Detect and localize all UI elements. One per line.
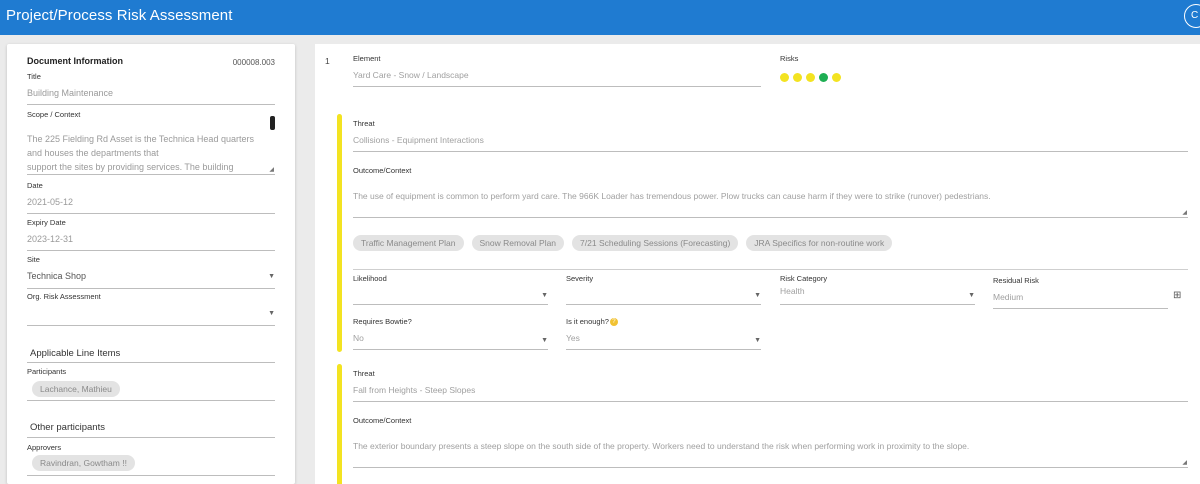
requires-bowtie-label: Requires Bowtie?: [353, 317, 412, 326]
threat-value: Collisions - Equipment Interactions: [353, 135, 484, 145]
threat-field[interactable]: Threat Collisions - Equipment Interactio…: [353, 119, 1188, 152]
is-it-enough-select[interactable]: Is it enough?? Yes ▼: [566, 317, 761, 350]
is-it-enough-label: Is it enough?: [566, 317, 609, 326]
participants-field[interactable]: Participants Lachance, Mathieu: [27, 367, 275, 401]
risk-category-value: Health: [780, 286, 805, 296]
likelihood-label: Likelihood: [353, 274, 387, 283]
chevron-down-icon[interactable]: ▼: [541, 337, 548, 344]
participant-chip[interactable]: Lachance, Mathieu: [32, 381, 120, 397]
date-field[interactable]: Date 2021-05-12: [27, 181, 275, 214]
risk-category-label: Risk Category: [780, 274, 828, 283]
chevron-down-icon[interactable]: ▼: [268, 310, 275, 317]
element-index: 1: [325, 56, 330, 66]
risk-dot[interactable]: [793, 73, 802, 82]
title-field[interactable]: Title Building Maintenance: [27, 72, 275, 105]
scope-line: and houses the departments that: [27, 148, 159, 158]
element-label: Element: [353, 54, 381, 63]
risks-label: Risks: [780, 54, 799, 63]
approvers-label: Approvers: [27, 443, 62, 452]
residual-risk-value: Medium: [993, 292, 1024, 302]
date-value: 2021-05-12: [27, 197, 74, 207]
expiry-date-field[interactable]: Expiry Date 2023-12-31: [27, 218, 275, 251]
likelihood-select[interactable]: Likelihood ▼: [353, 274, 548, 305]
control-chip[interactable]: Traffic Management Plan: [353, 235, 464, 251]
risk-dot[interactable]: [780, 73, 789, 82]
threat-label: Threat: [353, 369, 375, 378]
participants-label: Participants: [27, 367, 67, 376]
control-chip[interactable]: Snow Removal Plan: [471, 235, 565, 251]
app-header: Project/Process Risk Assessment C: [0, 0, 1200, 35]
site-select[interactable]: Site Technica Shop ▼: [27, 255, 275, 289]
risk-dot[interactable]: [819, 73, 828, 82]
document-number: 000008.003: [232, 58, 275, 67]
resize-handle-icon[interactable]: ◢: [269, 166, 274, 173]
element-value: Yard Care - Snow / Landscape: [353, 70, 469, 80]
document-info-panel: Document Information 000008.003 Title Bu…: [7, 44, 295, 484]
threat-label: Threat: [353, 119, 375, 128]
risk-category-select[interactable]: Risk Category Health ▼: [780, 274, 975, 305]
expiry-date-value: 2023-12-31: [27, 234, 74, 244]
chevron-down-icon[interactable]: ▼: [754, 337, 761, 344]
site-value: Technica Shop: [27, 271, 87, 281]
control-chip[interactable]: JRA Specifics for non-routine work: [746, 235, 893, 251]
help-icon[interactable]: ?: [609, 318, 618, 327]
outcome-context-field[interactable]: Outcome/Context The exterior boundary pr…: [353, 416, 1188, 468]
scope-text: The 225 Fielding Rd Asset is the Technic…: [27, 132, 275, 174]
is-it-enough-label-wrap: Is it enough??: [566, 317, 761, 327]
resize-handle-icon[interactable]: ◢: [1182, 209, 1187, 216]
date-label: Date: [27, 181, 43, 190]
org-risk-assessment-select[interactable]: Org. Risk Assessment ▼: [27, 292, 275, 326]
requires-bowtie-value: No: [353, 333, 364, 343]
chevron-down-icon[interactable]: ▼: [268, 273, 275, 280]
residual-risk-field[interactable]: Residual Risk Medium: [993, 276, 1168, 309]
outcome-context-value: The exterior boundary presents a steep s…: [353, 441, 970, 451]
approver-chip[interactable]: Ravindran, Gowtham !!: [32, 455, 135, 471]
title-value: Building Maintenance: [27, 88, 114, 98]
risk-assessment-panel: 1 Element Yard Care - Snow / Landscape R…: [315, 44, 1200, 484]
applicable-line-items-heading: Applicable Line Items: [30, 348, 121, 359]
org-risk-assessment-label: Org. Risk Assessment: [27, 292, 101, 301]
scope-line: The 225 Fielding Rd Asset is the Technic…: [27, 134, 254, 144]
threat-indicator-bar: [337, 364, 342, 484]
divider: [27, 362, 275, 363]
scope-line: support the sites by providing services.…: [27, 162, 234, 172]
outcome-context-label: Outcome/Context: [353, 416, 412, 425]
risk-dot[interactable]: [832, 73, 841, 82]
scope-scrollbar[interactable]: [270, 116, 275, 130]
resize-handle-icon[interactable]: ◢: [1182, 459, 1187, 466]
chevron-down-icon[interactable]: ▼: [968, 292, 975, 299]
scope-field[interactable]: Scope / Context The 225 Fielding Rd Asse…: [27, 110, 275, 175]
outcome-context-field[interactable]: Outcome/Context The use of equipment is …: [353, 166, 1188, 218]
chevron-down-icon[interactable]: ▼: [541, 292, 548, 299]
outcome-context-label: Outcome/Context: [353, 166, 412, 175]
header-action-icon[interactable]: C: [1184, 4, 1200, 28]
control-chip[interactable]: 7/21 Scheduling Sessions (Forecasting): [572, 235, 739, 251]
threat-indicator-bar: [337, 114, 342, 352]
residual-risk-label: Residual Risk: [993, 276, 1039, 285]
scope-label: Scope / Context: [27, 110, 81, 119]
expiry-date-label: Expiry Date: [27, 218, 66, 227]
risk-indicators: [780, 73, 841, 82]
divider: [27, 437, 275, 438]
element-field[interactable]: Element Yard Care - Snow / Landscape: [353, 54, 761, 87]
site-label: Site: [27, 255, 40, 264]
other-participants-heading: Other participants: [30, 422, 105, 433]
document-info-heading: Document Information: [27, 56, 123, 66]
risk-matrix-icon[interactable]: ⊞: [1173, 290, 1181, 301]
is-it-enough-value: Yes: [566, 333, 580, 344]
severity-select[interactable]: Severity ▼: [566, 274, 761, 305]
requires-bowtie-select[interactable]: Requires Bowtie? No ▼: [353, 317, 548, 350]
outcome-context-value: The use of equipment is common to perfor…: [353, 191, 991, 201]
risk-dot[interactable]: [806, 73, 815, 82]
chevron-down-icon[interactable]: ▼: [754, 292, 761, 299]
threat-value: Fall from Heights - Steep Slopes: [353, 385, 476, 395]
threat-field[interactable]: Threat Fall from Heights - Steep Slopes: [353, 369, 1188, 402]
title-label: Title: [27, 72, 41, 81]
severity-label: Severity: [566, 274, 594, 283]
approvers-field[interactable]: Approvers Ravindran, Gowtham !!: [27, 443, 275, 476]
controls-chip-list: Traffic Management Plan Snow Removal Pla…: [353, 235, 893, 251]
divider: [353, 269, 1188, 270]
page-title: Project/Process Risk Assessment: [6, 7, 233, 24]
